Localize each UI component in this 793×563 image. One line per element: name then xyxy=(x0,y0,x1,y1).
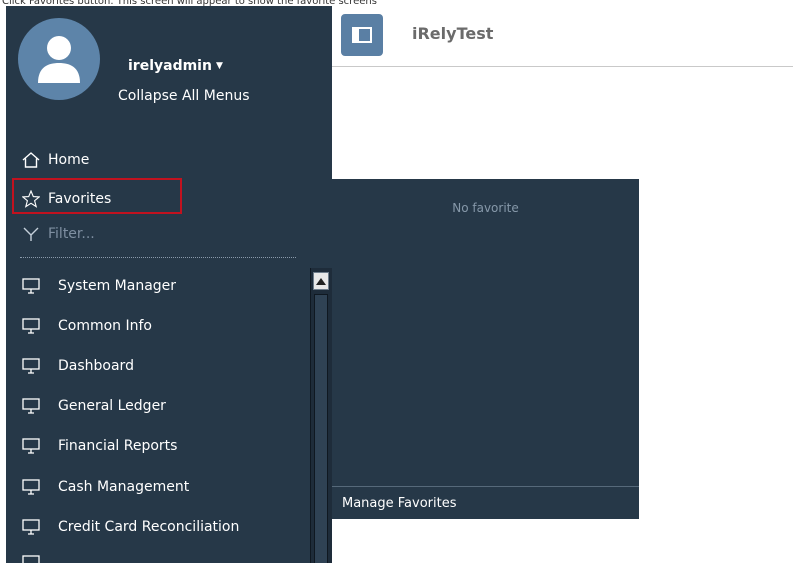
favorites-panel: No favorite Manage Favorites xyxy=(332,179,639,519)
manage-favorites-button[interactable]: Manage Favorites xyxy=(332,486,639,519)
menu-item-dashboard[interactable]: Dashboard xyxy=(20,354,134,378)
monitor-icon xyxy=(20,519,42,535)
nav-favorites[interactable]: Favorites xyxy=(20,188,111,210)
menu-item-common-info[interactable]: Common Info xyxy=(20,314,152,338)
monitor-icon xyxy=(20,479,42,495)
collapse-all-menus-link[interactable]: Collapse All Menus xyxy=(118,88,249,104)
nav-home[interactable]: Home xyxy=(20,149,89,171)
panel-toggle-icon xyxy=(352,27,372,43)
manage-favorites-label: Manage Favorites xyxy=(342,495,457,511)
nav-favorites-label: Favorites xyxy=(48,191,112,207)
nav-home-label: Home xyxy=(48,152,90,168)
monitor-icon xyxy=(20,278,42,294)
menu-item-general-ledger[interactable]: General Ledger xyxy=(20,394,166,418)
user-menu-toggle[interactable]: irelyadmin ▼ xyxy=(128,58,223,74)
sidebar-toggle-button[interactable] xyxy=(341,14,383,56)
filter-icon xyxy=(20,226,42,242)
menu-item-label: Common Info xyxy=(58,318,153,334)
user-name: irelyadmin xyxy=(128,58,212,74)
filter-field[interactable]: Filter... xyxy=(20,223,95,245)
menu-scrollbar[interactable] xyxy=(310,268,332,563)
scroll-up-button[interactable] xyxy=(313,272,329,290)
topbar-divider xyxy=(332,66,793,67)
menu-item-partial[interactable] xyxy=(20,551,58,563)
arrow-up-icon xyxy=(316,277,326,285)
menu-item-label: System Manager xyxy=(58,278,177,294)
home-icon xyxy=(20,152,42,168)
menu-item-label: Dashboard xyxy=(58,358,134,374)
monitor-icon xyxy=(20,555,42,563)
star-icon xyxy=(20,190,42,208)
menu-item-label: Financial Reports xyxy=(58,438,178,454)
user-icon xyxy=(38,36,80,83)
menu-item-cash-management[interactable]: Cash Management xyxy=(20,475,189,499)
no-favorite-text: No favorite xyxy=(452,201,519,215)
menu-item-label: Cash Management xyxy=(58,479,190,495)
sidebar: irelyadmin ▼ Collapse All Menus Home Favo… xyxy=(6,6,332,563)
menu-divider xyxy=(20,257,296,258)
app-title: iRelyTest xyxy=(412,24,494,43)
caret-down-icon: ▼ xyxy=(215,61,223,71)
avatar[interactable] xyxy=(18,18,100,100)
monitor-icon xyxy=(20,438,42,454)
menu-item-label: Credit Card Reconciliation xyxy=(58,519,240,535)
monitor-icon xyxy=(20,318,42,334)
filter-placeholder: Filter... xyxy=(48,226,95,242)
menu-item-label: General Ledger xyxy=(58,398,166,414)
monitor-icon xyxy=(20,398,42,414)
menu-item-credit-card-reconciliation[interactable]: Credit Card Reconciliation xyxy=(20,515,239,539)
menu-item-financial-reports[interactable]: Financial Reports xyxy=(20,434,177,458)
scroll-thumb[interactable] xyxy=(314,294,328,563)
menu-item-system-manager[interactable]: System Manager xyxy=(20,274,176,298)
monitor-icon xyxy=(20,358,42,374)
